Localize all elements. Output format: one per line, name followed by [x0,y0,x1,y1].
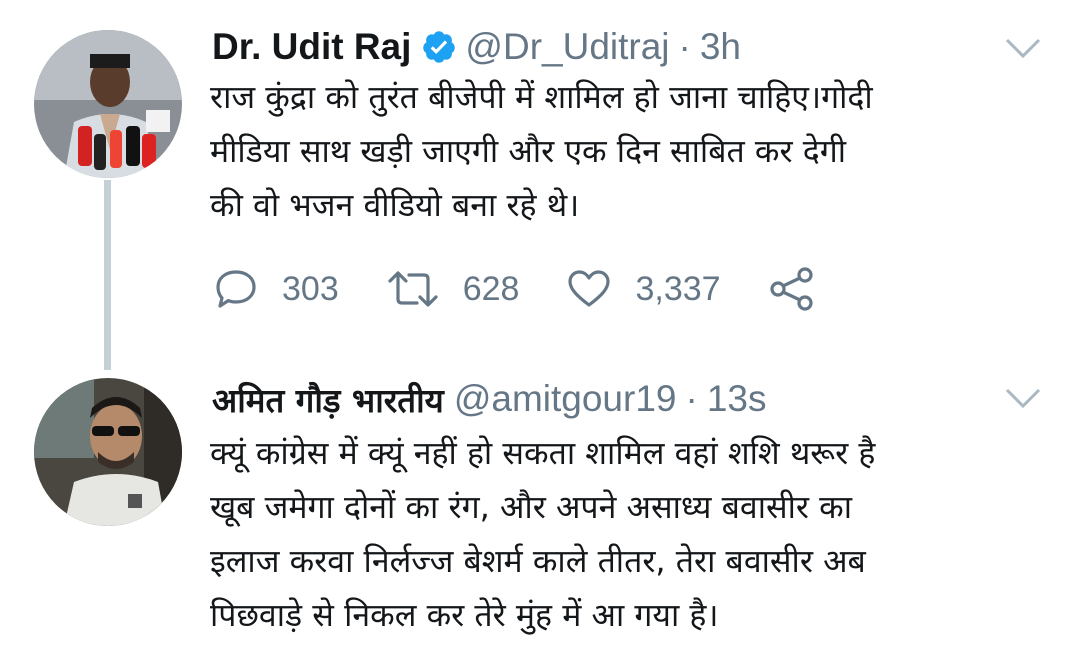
reply-count: 303 [282,269,339,308]
tweet-timestamp[interactable]: 13s [707,378,767,420]
avatar-photo-udit-raj [34,30,182,178]
tweet-header: अमित गौड़ भारतीय @amitgour19 · 13s [212,376,766,422]
chevron-down-icon[interactable] [1004,36,1042,60]
tweet-text-line: राज कुंद्रा को तुरंत बीजेपी में शामिल हो… [210,78,873,116]
tweet-text-line: की वो भजन वीडियो बना रहे थे। [210,186,580,224]
author-handle[interactable]: @amitgour19 [454,378,677,420]
tweet-udit-raj[interactable]: Dr. Udit Raj @Dr_Uditraj · 3h राज कुंद्र… [0,0,1080,370]
avatar[interactable] [34,378,182,526]
tweet-text-line: खूब जमेगा दोनों का रंग, और अपने असाध्य ब… [210,488,853,526]
tweet-amit-gaur[interactable]: अमित गौड़ भारतीय @amitgour19 · 13s क्यूं… [0,370,1080,662]
separator-dot: · [685,378,698,419]
tweet-text: राज कुंद्रा को तुरंत बीजेपी में शामिल हो… [210,70,1050,232]
author-handle[interactable]: @Dr_Uditraj [465,26,669,68]
author-name[interactable]: Dr. Udit Raj [212,26,411,68]
tweet-text-line: क्यूं कांग्रेस में क्यूं नहीं हो सकता शा… [210,434,876,472]
share-icon [769,267,813,311]
reply-icon [216,270,256,308]
like-count: 3,337 [635,269,721,308]
share-button[interactable] [769,267,815,311]
retweet-count: 628 [462,269,520,308]
tweet-text-line: पिछवाड़े से निकल कर तेरे मुंह में आ गया … [210,596,719,634]
separator-dot: · [678,26,691,67]
tweet-text-line: मीडिया साथ खड़ी जाएगी और एक दिन साबित कर… [210,132,847,170]
retweet-button[interactable]: 628 [387,269,520,309]
tweet-header: Dr. Udit Raj @Dr_Uditraj · 3h [212,24,741,70]
like-button[interactable]: 3,337 [567,269,721,309]
thread-connector-line [104,180,111,370]
tweet-actions: 303 628 3,337 [214,264,863,314]
chevron-down-icon[interactable] [1004,386,1042,410]
avatar[interactable] [34,30,182,178]
like-icon [568,270,611,307]
retweet-icon [388,271,438,307]
tweet-timestamp[interactable]: 3h [700,26,741,68]
verified-badge-icon [423,31,456,63]
author-name[interactable]: अमित गौड़ भारतीय [212,377,444,422]
reply-button[interactable]: 303 [214,268,339,310]
tweet-text-line: इलाज करवा निर्लज्ज बेशर्म काले तीतर, तेर… [210,542,866,580]
tweet-text: क्यूं कांग्रेस में क्यूं नहीं हो सकता शा… [210,426,1050,642]
avatar-photo-amit-gaur [34,378,182,526]
